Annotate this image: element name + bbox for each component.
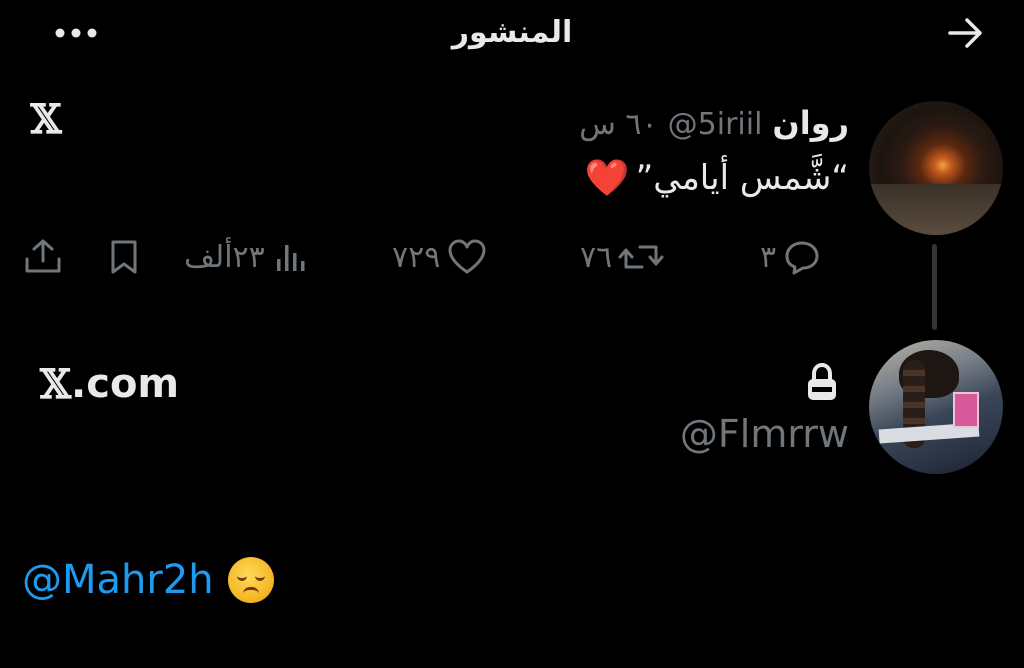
views-icon [271,237,311,277]
more-button[interactable] [48,18,104,48]
author-avatar[interactable] [869,101,1003,235]
reply-text: @Mahr2h [22,552,274,608]
x-logo-icon: 𝕏 [40,360,72,408]
mention-link[interactable]: @Mahr2h [22,557,214,603]
x-logo-icon[interactable]: 𝕏 [26,100,66,140]
repost-icon [618,237,664,277]
views-count: ٢٣ألف [184,239,265,275]
post-time: ٦٠ س [579,107,658,142]
heart-icon [446,237,488,277]
like-button[interactable]: ٧٢٩ [392,232,488,282]
share-button[interactable] [22,232,64,282]
post-text: ❤️ ”شَّمس أيامي“ [585,150,849,206]
bookmark-button[interactable] [104,232,144,282]
reply-button[interactable]: ٣ [760,232,822,282]
more-horizontal-icon [53,24,99,43]
post-header: روان @5iriil ٦٠ س [579,104,849,148]
reply-icon [782,237,822,277]
author-name[interactable]: روان [772,104,849,142]
heart-emoji: ❤️ [584,158,630,199]
x-com-link[interactable]: 𝕏 .com [40,356,179,412]
quoted-avatar[interactable] [869,340,1003,474]
pensive-face-emoji [227,557,274,603]
quoted-handle[interactable]: @Flmrrw [680,412,849,464]
author-handle[interactable]: @5iriil [668,107,763,142]
share-icon [22,237,64,277]
x-com-suffix: .com [71,361,180,407]
repost-button[interactable]: ٧٦ [580,232,664,282]
post-body: ”شَّمس أيامي“ [635,158,849,198]
reply-count: ٣ [760,239,777,275]
back-button[interactable] [940,14,992,56]
bookmark-icon [104,237,144,277]
page-title: المنشور [451,15,573,50]
repost-count: ٧٦ [580,239,613,275]
lock-icon [804,362,840,402]
views-button[interactable]: ٢٣ألف [184,232,311,282]
arrow-right-icon [946,16,986,54]
thread-line [932,244,937,330]
like-count: ٧٢٩ [392,239,441,275]
